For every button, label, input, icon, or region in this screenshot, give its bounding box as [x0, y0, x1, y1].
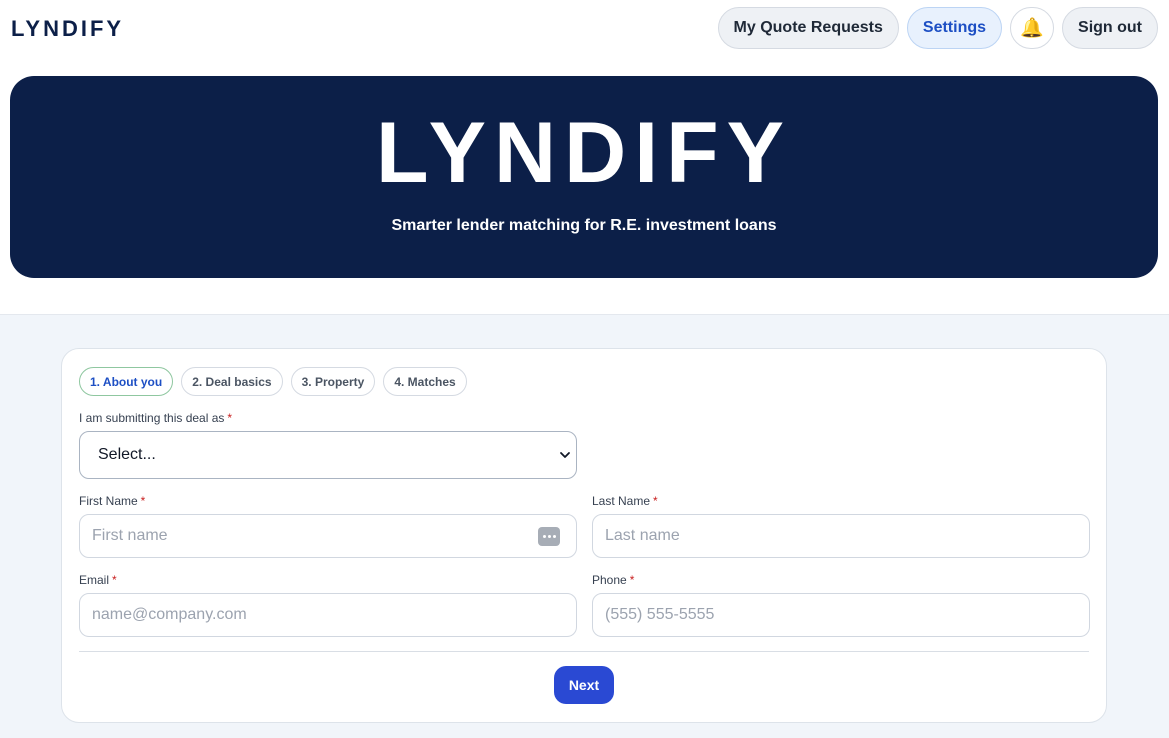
bell-icon: 🔔 [1020, 17, 1044, 39]
last-name-label-text: Last Name [592, 494, 651, 508]
first-name-label: First Name * [79, 494, 145, 508]
brand-logo[interactable]: LYNDIFY [11, 16, 124, 42]
role-label: I am submitting this deal as * [79, 411, 232, 425]
role-label-text: I am submitting this deal as [79, 411, 225, 425]
required-mark: * [653, 494, 658, 508]
required-mark: * [629, 573, 635, 587]
hero-banner: LYNDIFY Smarter lender matching for R.E.… [10, 76, 1158, 278]
step-property[interactable]: 3. Property [290, 367, 376, 396]
email-input[interactable]: name@company.com [79, 593, 577, 637]
role-select[interactable]: Select... [79, 431, 577, 479]
form-section: 1. About you 2. Deal basics 3. Property … [0, 314, 1169, 738]
form-card: 1. About you 2. Deal basics 3. Property … [61, 348, 1107, 723]
last-name-placeholder: Last name [605, 527, 680, 544]
phone-input[interactable]: (555) 555-5555 [592, 593, 1090, 637]
required-mark: * [112, 573, 117, 587]
next-button[interactable]: Next [554, 666, 614, 704]
phone-label-text: Phone [592, 573, 627, 587]
sign-out-button[interactable]: Sign out [1062, 7, 1158, 49]
top-bar: LYNDIFY My Quote Requests Settings 🔔 Sig… [0, 0, 1169, 58]
chevron-down-icon [560, 452, 570, 458]
step-about-you[interactable]: 1. About you [79, 367, 174, 396]
autofill-icon[interactable] [538, 527, 560, 546]
settings-button[interactable]: Settings [906, 7, 1003, 49]
phone-label: Phone * [592, 573, 634, 587]
first-name-placeholder: First name [92, 527, 168, 544]
required-mark: * [140, 494, 146, 508]
email-placeholder: name@company.com [92, 606, 247, 623]
my-quote-requests-button[interactable]: My Quote Requests [717, 7, 899, 49]
hero-title: LYNDIFY [376, 105, 792, 201]
email-label-text: Email [79, 573, 110, 587]
email-label: Email * [79, 573, 117, 587]
step-deal-basics[interactable]: 2. Deal basics [181, 367, 283, 396]
required-mark: * [227, 411, 233, 425]
first-name-input[interactable]: First name [79, 514, 577, 558]
phone-placeholder: (555) 555-5555 [605, 606, 715, 623]
hero-subtitle: Smarter lender matching for R.E. investm… [391, 217, 777, 234]
first-name-label-text: First Name [79, 494, 138, 508]
top-nav: My Quote Requests Settings 🔔 Sign out [717, 7, 1158, 49]
notifications-button[interactable]: 🔔 [1010, 7, 1055, 49]
role-select-value: Select... [98, 446, 156, 463]
step-tabs: 1. About you 2. Deal basics 3. Property … [79, 367, 467, 396]
last-name-label: Last Name * [592, 494, 658, 508]
form-divider [79, 651, 1089, 652]
step-matches[interactable]: 4. Matches [383, 367, 467, 396]
last-name-input[interactable]: Last name [592, 514, 1090, 558]
